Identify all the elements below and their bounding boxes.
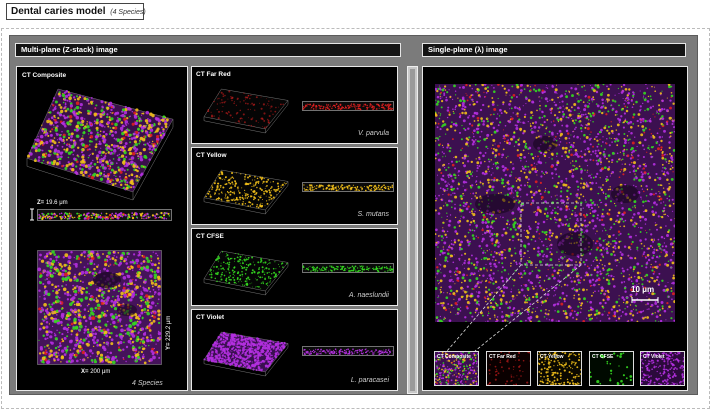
z-scale-bracket-icon <box>30 208 34 221</box>
single-plane-header: Single-plane (λ) image <box>422 43 686 57</box>
scale-bar-icon <box>631 297 659 303</box>
thumbnail-label: CT CFSE <box>592 354 614 360</box>
scrollbar-thumb[interactable] <box>410 69 415 391</box>
channel-3d-render <box>203 169 289 215</box>
channel-species: S. mutans <box>357 211 389 218</box>
channel-label: CT Far Red <box>196 71 231 78</box>
multi-plane-header: Multi-plane (Z-stack) image <box>15 43 401 57</box>
composite-species: 4 Species <box>132 380 163 387</box>
thumbnail-1[interactable]: CT Far Red <box>486 351 531 386</box>
panel-divider-scrollbar[interactable] <box>407 66 418 394</box>
scale-bar-label: 10 μm <box>631 285 655 294</box>
y-dimension-label: Y= 229.2 μm <box>166 315 172 350</box>
thumbnail-label: CT Far Red <box>489 354 516 360</box>
zoom-indicator <box>446 202 582 352</box>
thumbnail-2[interactable]: CT Yellow <box>537 351 582 386</box>
single-plane-block: 10 μm CT Composite CT Far Red CT Yellow CT … <box>422 66 688 391</box>
channel-side-view <box>302 101 394 111</box>
channel-label: CT Yellow <box>196 152 227 159</box>
composite-3d-render <box>26 88 174 201</box>
channel-species: V. parvula <box>358 130 389 137</box>
figure-title: Dental caries model (4 Species) <box>6 3 146 20</box>
main-panel: Multi-plane (Z-stack) image Single-plane… <box>9 35 698 395</box>
figure-title-sub: (4 Species) <box>110 9 146 16</box>
channel-block-cfse: CT CFSE A. naeslundii <box>191 228 398 306</box>
channel-3d-render <box>203 250 289 296</box>
thumbnail-label: CT Yellow <box>540 354 564 360</box>
thumbnail-0[interactable]: CT Composite <box>434 351 479 386</box>
channel-side-view <box>302 263 394 273</box>
channel-species: L. paracasei <box>350 377 389 384</box>
channel-side-view <box>302 346 394 356</box>
composite-top-view <box>37 250 162 365</box>
thumbnail-label: CT Composite <box>437 354 471 360</box>
channel-species: A. naeslundii <box>348 292 389 299</box>
thumbnail-3[interactable]: CT CFSE <box>589 351 634 386</box>
composite-side-view <box>37 209 172 221</box>
channel-label: CT CFSE <box>196 233 224 240</box>
figure-title-main: Dental caries model <box>11 6 106 17</box>
channel-block-violet: CT Violet L. paracasei <box>191 309 398 391</box>
channel-3d-render <box>203 331 289 377</box>
channel-side-view <box>302 182 394 192</box>
composite-block: CT Composite Z= 19.6 μm Y= 229.2 μm X= 2… <box>16 66 188 391</box>
thumbnail-label: CT Violet <box>643 354 665 360</box>
channel-3d-render <box>203 88 289 134</box>
thumbnail-4[interactable]: CT Violet <box>640 351 685 386</box>
channel-label: CT Violet <box>196 314 225 321</box>
x-dimension-label: X= 200 μm <box>81 369 111 375</box>
z-dimension-label: Z= 19.6 μm <box>37 200 68 206</box>
composite-label: CT Composite <box>22 72 67 79</box>
channel-block-far-red: CT Far Red V. parvula <box>191 66 398 144</box>
channel-block-yellow: CT Yellow S. mutans <box>191 147 398 225</box>
